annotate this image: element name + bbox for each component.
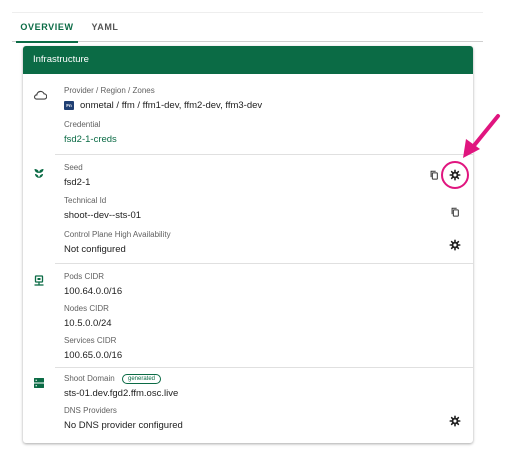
- highlight-circle: [441, 161, 469, 189]
- arrow-annotation-icon: [463, 114, 500, 158]
- seedling-icon: [34, 169, 44, 178]
- tab-bar: OVERVIEW YAML: [12, 12, 483, 43]
- services-cidr-value: 100.65.0.0/16: [64, 350, 123, 361]
- network-icon: [34, 275, 44, 286]
- provider-badge-icon: Fn: [64, 101, 74, 110]
- infrastructure-card: Infrastructure Provider / Region / Zones…: [23, 46, 473, 443]
- section-divider: [55, 367, 473, 368]
- provider-value: onmetal / ffm / ffm1-dev, ffm2-dev, ffm3…: [80, 100, 263, 111]
- credential-label: Credential: [64, 120, 101, 129]
- dns-providers-value: No DNS provider configured: [64, 420, 183, 431]
- technical-id-value: shoot--dev--sts-01: [64, 210, 142, 221]
- tabs-top-divider: [12, 12, 483, 13]
- content-copy-icon: [430, 170, 438, 180]
- pods-cidr-value: 100.64.0.0/16: [64, 286, 123, 297]
- services-cidr-label: Services CIDR: [64, 336, 117, 345]
- shoot-domain-value: sts-01.dev.fgd2.ffm.osc.live: [64, 388, 179, 399]
- card-title: Infrastructure: [23, 46, 473, 74]
- copy-seed-button[interactable]: [426, 167, 442, 183]
- cog-icon: [449, 239, 461, 251]
- seed-value: fsd2-1: [64, 177, 91, 188]
- nodes-cidr-label: Nodes CIDR: [64, 304, 109, 313]
- section-divider: [55, 263, 473, 264]
- cloud-outline-icon: [33, 90, 47, 100]
- technical-id-label: Technical Id: [64, 196, 107, 205]
- pods-cidr-label: Pods CIDR: [64, 272, 105, 281]
- dns-providers-label: DNS Providers: [64, 406, 117, 415]
- section-divider: [55, 154, 473, 155]
- content-copy-icon: [451, 207, 459, 217]
- control-plane-ha-value: Not configured: [64, 244, 126, 255]
- seed-label: Seed: [64, 163, 83, 172]
- control-plane-ha-label: Control Plane High Availability: [64, 230, 171, 239]
- shoot-domain-label: Shoot Domain: [64, 374, 115, 383]
- dns-server-icon: [34, 378, 44, 388]
- tab-yaml[interactable]: YAML: [84, 12, 126, 42]
- nodes-cidr-value: 10.5.0.0/24: [64, 318, 112, 329]
- control-plane-ha-settings-button[interactable]: [447, 237, 463, 253]
- copy-technical-id-button[interactable]: [447, 204, 463, 220]
- dns-settings-button[interactable]: [447, 413, 463, 429]
- tab-overview[interactable]: OVERVIEW: [16, 12, 78, 43]
- generated-badge: generated: [122, 374, 162, 384]
- credential-link[interactable]: fsd2-1-creds: [64, 134, 117, 145]
- provider-label: Provider / Region / Zones: [64, 86, 155, 95]
- cog-icon: [449, 415, 461, 427]
